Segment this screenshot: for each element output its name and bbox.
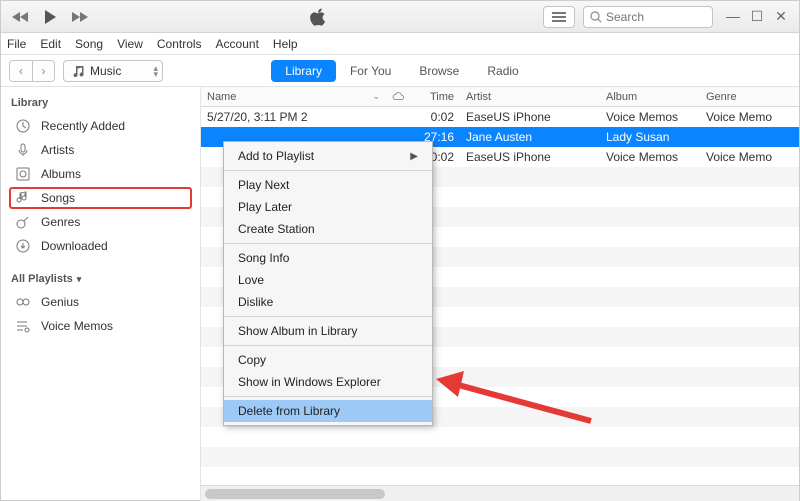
cm-create-station[interactable]: Create Station — [224, 218, 432, 240]
cm-add-to-playlist[interactable]: Add to Playlist ▶ — [224, 145, 432, 167]
titlebar: — ☐ ✕ — [1, 1, 799, 33]
album-icon — [15, 166, 31, 182]
col-album[interactable]: Album — [600, 91, 700, 103]
updown-icon: ▴▾ — [153, 65, 158, 77]
sidebar-item-voice-memos[interactable]: Voice Memos — [9, 315, 192, 337]
sidebar-item-label: Genres — [41, 215, 80, 229]
cm-separator — [224, 170, 432, 171]
previous-button[interactable] — [7, 6, 33, 28]
list-view-button[interactable] — [543, 6, 575, 28]
cm-copy[interactable]: Copy — [224, 349, 432, 371]
cloud-icon — [392, 92, 404, 102]
sidebar-item-label: Artists — [41, 143, 74, 157]
chevron-down-icon: ▾ — [77, 274, 82, 285]
sidebar-item-genres[interactable]: Genres — [9, 211, 192, 233]
mic-icon — [15, 142, 31, 158]
playlist-icon — [15, 318, 31, 334]
scrollbar-thumb[interactable] — [205, 489, 385, 499]
cm-dislike[interactable]: Dislike — [224, 291, 432, 313]
table-row[interactable]: 5/27/20, 3:11 PM 2 0:02 EaseUS iPhone Vo… — [201, 107, 799, 127]
menubar: File Edit Song View Controls Account Hel… — [1, 33, 799, 55]
playback-controls — [7, 6, 93, 28]
menu-account[interactable]: Account — [216, 37, 259, 51]
cm-separator — [224, 243, 432, 244]
cm-separator — [224, 316, 432, 317]
cm-separator — [224, 345, 432, 346]
sidebar-item-label: Genius — [41, 295, 79, 309]
sidebar-item-label: Recently Added — [41, 119, 125, 133]
menu-view[interactable]: View — [117, 37, 143, 51]
cm-delete-from-library[interactable]: Delete from Library — [224, 400, 432, 422]
sidebar-item-albums[interactable]: Albums — [9, 163, 192, 185]
sort-indicator-icon: ⌄ — [372, 91, 380, 102]
sidebar-item-recently-added[interactable]: Recently Added — [9, 115, 192, 137]
menu-help[interactable]: Help — [273, 37, 298, 51]
sidebar-item-songs[interactable]: Songs — [9, 187, 192, 209]
col-genre[interactable]: Genre — [700, 91, 799, 103]
cm-show-in-explorer[interactable]: Show in Windows Explorer — [224, 371, 432, 393]
submenu-arrow-icon: ▶ — [410, 151, 418, 162]
sidebar-item-label: Albums — [41, 167, 81, 181]
col-name[interactable]: Name ⌄ — [201, 91, 386, 103]
sidebar-item-label: Voice Memos — [41, 319, 113, 333]
menu-edit[interactable]: Edit — [40, 37, 61, 51]
cm-play-later[interactable]: Play Later — [224, 196, 432, 218]
next-button[interactable] — [67, 6, 93, 28]
maximize-button[interactable]: ☐ — [749, 8, 765, 25]
guitar-icon — [15, 214, 31, 230]
music-note-icon — [72, 65, 84, 77]
back-button[interactable]: ‹ — [10, 61, 32, 81]
clock-plus-icon — [15, 118, 31, 134]
horizontal-scrollbar[interactable] — [201, 485, 799, 501]
apple-logo-icon — [99, 7, 537, 27]
context-menu: Add to Playlist ▶ Play Next Play Later C… — [223, 141, 433, 426]
tab-browse[interactable]: Browse — [405, 60, 473, 82]
note-icon — [15, 190, 31, 206]
sidebar-item-downloaded[interactable]: Downloaded — [9, 235, 192, 257]
col-time[interactable]: Time — [410, 91, 460, 103]
col-artist[interactable]: Artist — [460, 91, 600, 103]
nav-buttons: ‹ › — [9, 60, 55, 82]
search-input[interactable] — [606, 10, 696, 24]
sidebar-header-playlists[interactable]: All Playlists ▾ — [9, 269, 192, 289]
download-icon — [15, 238, 31, 254]
view-tabs: Library For You Browse Radio — [171, 60, 633, 82]
cm-separator — [224, 396, 432, 397]
col-cloud[interactable] — [386, 92, 410, 102]
sidebar: Library Recently Added Artists Albums So… — [1, 87, 201, 501]
forward-button[interactable]: › — [32, 61, 54, 81]
cm-show-album-in-library[interactable]: Show Album in Library — [224, 320, 432, 342]
sidebar-header-library: Library — [9, 93, 192, 113]
sidebar-item-artists[interactable]: Artists — [9, 139, 192, 161]
play-button[interactable] — [37, 6, 63, 28]
cm-song-info[interactable]: Song Info — [224, 247, 432, 269]
sidebar-item-label: Songs — [41, 191, 75, 205]
source-select[interactable]: Music ▴▾ — [63, 60, 163, 82]
close-button[interactable]: ✕ — [773, 8, 789, 25]
tab-for-you[interactable]: For You — [336, 60, 405, 82]
menu-controls[interactable]: Controls — [157, 37, 202, 51]
genius-icon — [15, 294, 31, 310]
minimize-button[interactable]: — — [725, 8, 741, 25]
tab-radio[interactable]: Radio — [473, 60, 532, 82]
source-select-label: Music — [90, 64, 121, 78]
tab-library[interactable]: Library — [271, 60, 336, 82]
window-buttons: — ☐ ✕ — [721, 8, 793, 25]
search-icon — [590, 11, 602, 23]
menu-file[interactable]: File — [7, 37, 26, 51]
nav-toolbar: ‹ › Music ▴▾ Library For You Browse Radi… — [1, 55, 799, 87]
search-field[interactable] — [583, 6, 713, 28]
menu-song[interactable]: Song — [75, 37, 103, 51]
sidebar-item-label: Downloaded — [41, 239, 108, 253]
titlebar-right: — ☐ ✕ — [543, 6, 793, 28]
sidebar-item-genius[interactable]: Genius — [9, 291, 192, 313]
cm-play-next[interactable]: Play Next — [224, 174, 432, 196]
table-header: Name ⌄ Time Artist Album Genre — [201, 87, 799, 107]
cm-love[interactable]: Love — [224, 269, 432, 291]
